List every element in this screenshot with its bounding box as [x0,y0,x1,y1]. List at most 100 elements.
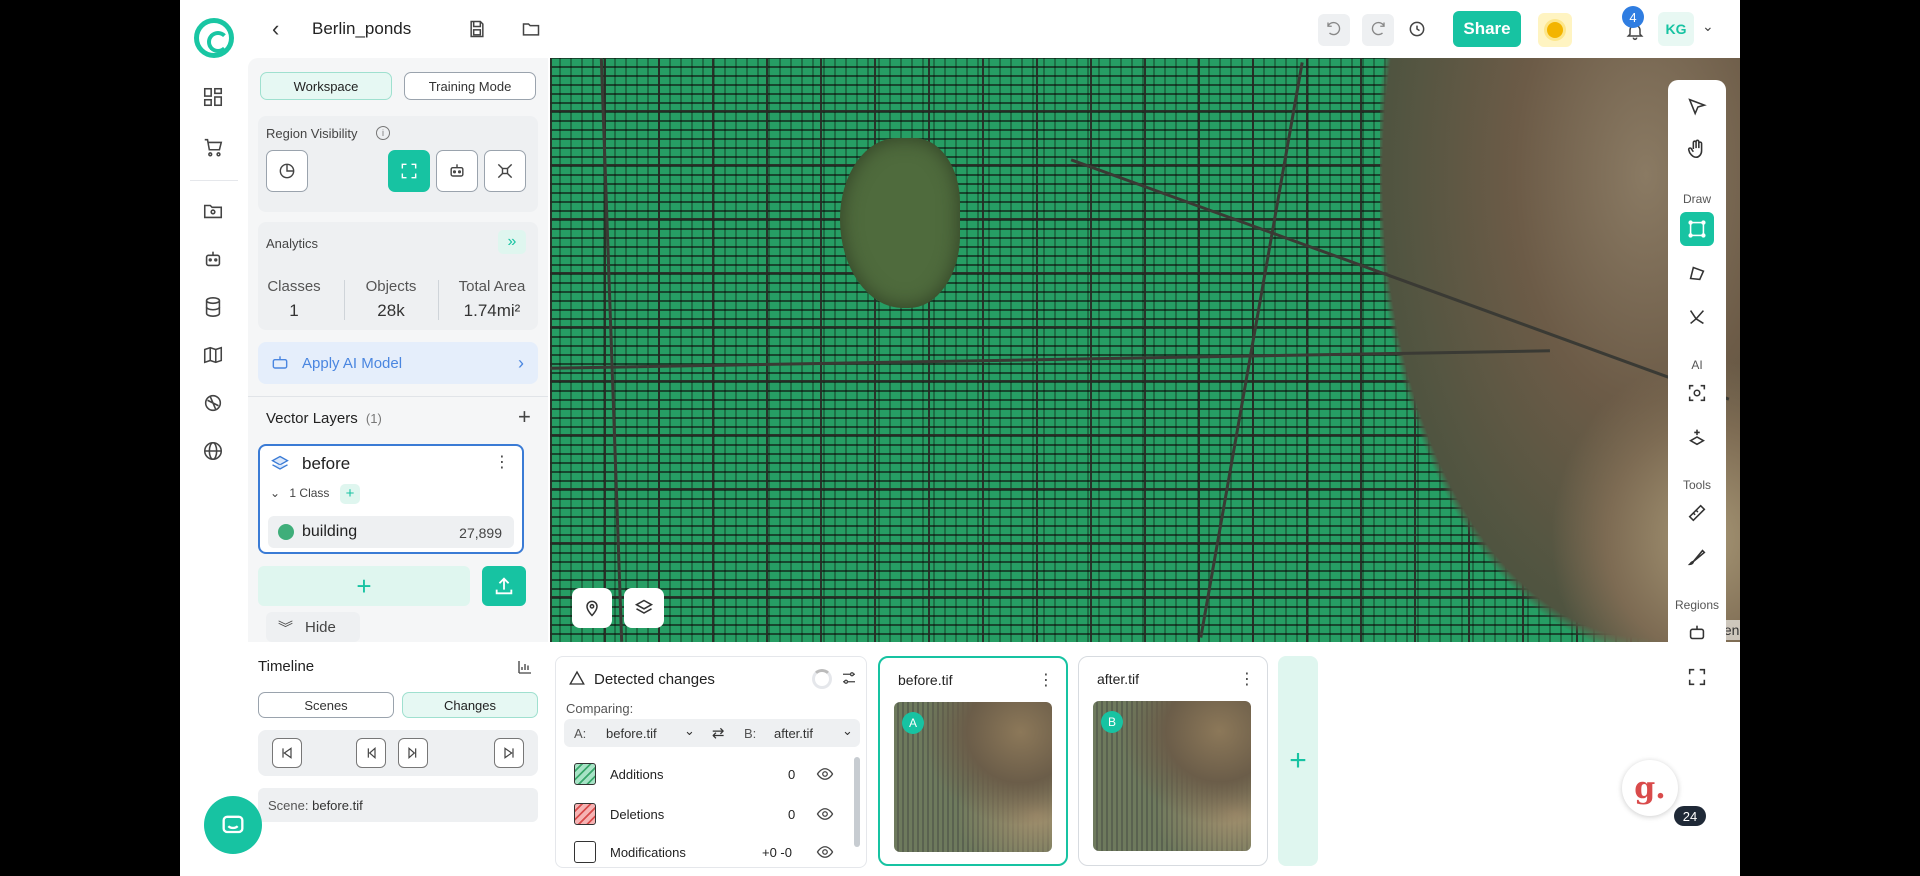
ai-detect-icon[interactable] [1680,376,1714,410]
theme-toggle-sun-icon[interactable] [1538,13,1572,47]
undo-button[interactable] [1318,14,1350,46]
chevron-right-icon: › [518,352,524,373]
region-visibility-card: Region Visibility i [258,116,538,212]
satellite-icon[interactable] [202,392,226,416]
changes-scrollbar[interactable] [854,757,860,847]
add-class-icon[interactable]: + [340,484,360,504]
tab-changes[interactable]: Changes [402,692,538,718]
back-arrow-icon[interactable]: ‹ [272,16,279,42]
add-layer-button[interactable]: + [258,566,470,606]
avatar[interactable]: KG [1658,12,1694,46]
timeline-title: Timeline [258,658,315,675]
image-card-after[interactable]: after.tif ⋮ B [1078,656,1268,866]
skip-first-button[interactable] [272,738,302,768]
hide-button[interactable]: ︾ Hide [266,612,360,642]
eye-icon[interactable] [816,843,834,864]
skip-last-button[interactable] [494,738,524,768]
project-folder-icon[interactable] [202,200,226,224]
notification-count-badge: 4 [1622,6,1644,28]
draw-polygon-icon[interactable] [1680,256,1714,290]
more-options-icon[interactable]: ⋮ [1239,669,1255,689]
eye-icon[interactable] [816,805,834,826]
chat-icon [222,815,244,834]
chevron-down-icon[interactable]: ⌄ [842,723,853,739]
layer-card-before[interactable]: before ⋮ ⌄ 1 Class + building 27,899 [258,444,524,554]
vector-layers-title: Vector Layers (1) [266,410,382,427]
add-layer-icon[interactable]: + [518,404,531,430]
share-button[interactable]: Share [1453,11,1521,47]
map-icon[interactable] [202,344,226,368]
chevron-down-icon[interactable]: ⌄ [1702,18,1714,35]
timeline-chart-icon[interactable] [516,658,534,676]
cart-icon[interactable] [202,136,226,160]
layer-more-icon[interactable]: ⋮ [494,452,510,472]
app-logo-icon[interactable] [194,18,234,58]
draw-vertex-icon[interactable] [1680,300,1714,334]
class-object-count: 27,899 [459,525,502,541]
tab-scenes[interactable]: Scenes [258,692,394,718]
ai-magic-icon[interactable] [1680,420,1714,454]
analytics-label: Analytics [266,236,319,251]
apply-ai-model-button[interactable]: Apply AI Model › [258,342,538,384]
draw-rectangle-icon[interactable] [1680,212,1714,246]
class-row-building[interactable]: building 27,899 [268,516,514,548]
location-pin-button[interactable] [572,588,612,628]
change-row-modifications[interactable]: Modifications +0 -0 [566,835,846,867]
chevron-down-icon[interactable]: ⌄ [684,723,695,739]
ai-section-label: AI [1691,358,1703,372]
region-fullscreen-icon[interactable] [1680,660,1714,694]
compare-selector: A: before.tif ⌄ ⇄ B: after.tif ⌄ [564,719,860,747]
image-thumbnail[interactable]: B [1093,701,1251,851]
select-pointer-icon[interactable] [1680,90,1714,124]
fullscreen-region-toggle[interactable] [388,150,430,192]
change-row-additions[interactable]: Additions 0 [566,757,846,791]
compare-a-select[interactable]: before.tif [606,726,657,741]
globe-icon[interactable] [202,440,226,464]
image-tag-a: A [902,712,924,734]
redo-button[interactable] [1362,14,1394,46]
more-options-icon[interactable]: ⋮ [1038,670,1054,690]
ruler-icon[interactable] [1680,496,1714,530]
map-layers-button[interactable] [624,588,664,628]
upload-button[interactable] [482,566,526,606]
class-name: building [302,523,358,540]
add-image-button[interactable]: + [1278,656,1318,866]
step-back-button[interactable] [356,738,386,768]
change-row-deletions[interactable]: Deletions 0 [566,797,846,831]
tab-workspace[interactable]: Workspace [260,72,392,100]
g-assistant-logo-icon[interactable]: g. [1622,760,1678,816]
settings-sliders-icon[interactable] [840,669,858,687]
eye-icon[interactable] [816,765,834,786]
dashboard-icon[interactable] [202,86,226,110]
step-forward-button[interactable] [398,738,428,768]
expand-analytics-icon[interactable]: » [498,230,526,254]
current-scene: Scene: before.tif [258,788,538,822]
pie-chart-toggle[interactable] [266,150,308,192]
top-bar: ‹ Berlin_ponds Share 4 KG ⌄ [180,0,1740,58]
detected-changes-panel: Detected changes Comparing: A: before.ti… [555,656,867,868]
region-robot-icon[interactable] [1680,616,1714,650]
playback-controls [258,730,538,776]
robot-region-toggle[interactable] [436,150,478,192]
deletions-swatch [574,803,596,825]
robot-icon[interactable] [202,248,226,272]
class-count-row[interactable]: ⌄ 1 Class [270,486,329,500]
image-thumbnail[interactable]: A [894,702,1052,852]
satellite-region-toggle[interactable] [484,150,526,192]
region-visibility-label: Region Visibility [266,126,358,141]
park-area [840,138,960,308]
info-icon[interactable]: i [376,126,390,140]
save-icon[interactable] [462,14,492,44]
folder-icon[interactable] [516,14,546,44]
brush-icon[interactable] [1680,540,1714,574]
compare-b-select[interactable]: after.tif [774,726,813,741]
pan-hand-icon[interactable] [1680,132,1714,166]
swap-icon[interactable]: ⇄ [712,724,725,742]
database-icon[interactable] [202,296,226,320]
image-card-before[interactable]: before.tif ⋮ A [878,656,1068,866]
delta-icon [569,670,585,685]
map-canvas[interactable]: © OpenStreetMap con [550,58,1740,642]
history-icon[interactable] [1402,14,1432,44]
chat-button[interactable] [204,796,262,854]
tab-training-mode[interactable]: Training Mode [404,72,536,100]
